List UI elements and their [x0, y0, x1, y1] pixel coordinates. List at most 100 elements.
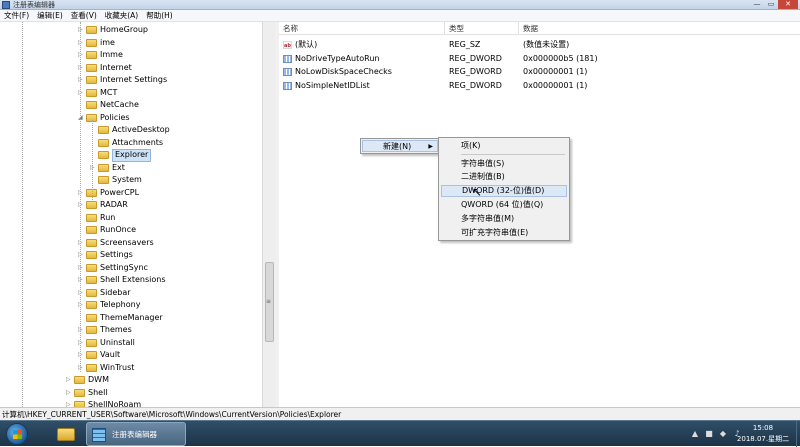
folder-icon	[86, 88, 97, 97]
status-bar-path: 计算机\HKEY_CURRENT_USER\Software\Microsoft…	[0, 407, 800, 420]
tree-item-label: ime	[100, 37, 115, 47]
tree-scrollbar[interactable]: ≡	[262, 22, 275, 407]
tree-item-label: Themes	[100, 325, 132, 334]
tree-item-label: Ext	[112, 162, 125, 172]
value-data: 0x000000b5 (181)	[523, 53, 598, 63]
submenu-item[interactable]: 字符串值(S)	[441, 158, 567, 170]
value-type: REG_SZ	[449, 40, 481, 49]
start-button[interactable]	[6, 423, 28, 445]
regedit-icon	[92, 428, 106, 442]
value-type: REG_DWORD	[449, 67, 502, 76]
value-name: NoSimpleNetIDList	[295, 80, 370, 90]
taskbar-regedit-label: 注册表编辑器	[112, 430, 157, 439]
column-header-data[interactable]: 数据	[519, 22, 800, 35]
submenu-separator	[461, 154, 565, 155]
submenu-item[interactable]: 可扩充字符串值(E)	[441, 227, 567, 239]
menu-file[interactable]: 文件(F)	[0, 10, 33, 21]
maximize-button[interactable]: ▭	[764, 0, 778, 9]
list-header: 名称 类型 数据	[279, 22, 800, 35]
clock-time: 15:08	[752, 424, 774, 432]
tray-security-icon[interactable]: ◆	[718, 429, 728, 438]
tree-item-label: Explorer	[112, 149, 152, 162]
folder-icon	[86, 63, 97, 72]
regedit-app-icon	[2, 1, 10, 9]
window-title: 注册表编辑器	[13, 1, 55, 9]
tree-item-label: Uninstall	[100, 337, 135, 347]
folder-icon	[74, 376, 85, 384]
submenu-item[interactable]: 多字符串值(M)	[441, 213, 567, 225]
menu-edit[interactable]: 编辑(E)	[33, 10, 67, 21]
title-bar: 注册表编辑器 — ▭ ✕	[0, 0, 800, 10]
folder-icon	[86, 363, 97, 372]
folder-icon	[86, 213, 97, 222]
tree-item-label: Telephony	[100, 300, 141, 309]
menu-item-new-label: 新建(N)	[383, 142, 412, 151]
folder-icon	[86, 38, 97, 47]
minimize-button[interactable]: —	[750, 0, 764, 9]
value-name: (默认)	[295, 40, 318, 49]
tree-item-label: Attachments	[112, 137, 164, 147]
tree-item-label: Internet Settings	[100, 75, 168, 84]
taskbar-explorer-button[interactable]	[52, 423, 80, 445]
tree-item-label: PowerCPL	[100, 187, 140, 197]
value-data: 0x00000001 (1)	[523, 80, 588, 90]
value-row[interactable]: NoSimpleNetIDList REG_DWORD 0x00000001 (1)	[279, 79, 800, 92]
value-row[interactable]: ab (默认) REG_SZ (数值未设置)	[279, 38, 800, 51]
expand-arrow-icon[interactable]: ▷	[66, 374, 74, 387]
tree-guide-line	[80, 22, 81, 372]
grip-icon: ≡	[266, 298, 272, 305]
registry-tree[interactable]: ▷ HomeGroup ▷ ime ▷ Imme ▷ Internet ▷ Internet Se…	[0, 22, 275, 407]
menu-view[interactable]: 查看(V)	[67, 10, 101, 21]
submenu-item[interactable]: DWORD (32-位)值(D)	[441, 185, 567, 197]
folder-icon	[86, 51, 97, 59]
folder-icon	[86, 301, 97, 309]
folder-icon	[98, 138, 109, 147]
menu-help[interactable]: 帮助(H)	[142, 10, 177, 21]
tree-item-label: DWM	[88, 375, 109, 384]
submenu-item[interactable]: 项(K)	[441, 140, 567, 152]
submenu-item[interactable]: 二进制值(B)	[441, 171, 567, 183]
value-type: REG_DWORD	[449, 53, 502, 63]
close-button[interactable]: ✕	[778, 0, 798, 9]
tree-item-label: Settings	[100, 250, 133, 259]
tree-guide-line	[22, 22, 23, 407]
show-desktop-button[interactable]	[796, 421, 800, 447]
tree-item-label: Internet	[100, 62, 132, 72]
taskbar-regedit-button[interactable]: 注册表编辑器	[86, 422, 186, 446]
menu-item-new[interactable]: 新建(N) ▶	[362, 140, 438, 152]
tree-item-label: HomeGroup	[100, 25, 148, 34]
tree-item-label: Vault	[100, 350, 121, 359]
clock[interactable]: 15:08 2018.07.星期二	[730, 423, 796, 445]
folder-icon	[86, 201, 97, 209]
new-submenu: 项(K) 字符串值(S) 二进制值(B) DWORD (32-位)值(D) QWORD …	[438, 137, 570, 241]
column-header-type[interactable]: 类型	[445, 22, 519, 35]
folder-icon	[86, 326, 97, 334]
tree-item-label: RunOnce	[100, 225, 137, 234]
value-name: NoDriveTypeAutoRun	[295, 53, 380, 63]
folder-icon	[86, 313, 97, 322]
folder-icon	[98, 151, 109, 159]
windows-logo-icon	[13, 430, 22, 439]
folder-icon	[86, 263, 97, 272]
context-menu: 新建(N) ▶	[360, 138, 440, 154]
value-row[interactable]: NoDriveTypeAutoRun REG_DWORD 0x000000b5 (1…	[279, 52, 800, 65]
tray-network-icon[interactable]: ■	[704, 429, 714, 438]
expand-arrow-icon[interactable]: ▷	[66, 399, 74, 407]
binary-value-icon	[283, 54, 292, 63]
expand-arrow-icon[interactable]: ▷	[66, 387, 74, 400]
tree-item-label: SettingSync	[100, 262, 148, 272]
menu-favorites[interactable]: 收藏夹(A)	[101, 10, 142, 21]
tree-item-label: Screensavers	[100, 237, 154, 247]
value-name: NoLowDiskSpaceChecks	[295, 67, 392, 76]
column-header-name[interactable]: 名称	[279, 22, 445, 35]
folder-icon	[86, 276, 97, 284]
value-row[interactable]: NoLowDiskSpaceChecks REG_DWORD 0x00000001 …	[279, 65, 800, 78]
folder-icon	[98, 126, 109, 134]
folder-icon	[98, 163, 109, 172]
tree-item-label: Sidebar	[100, 287, 131, 297]
binary-value-icon	[283, 81, 292, 90]
tree-item-label: ActiveDesktop	[112, 125, 170, 134]
tray-expand-icon[interactable]: ▲	[690, 429, 700, 438]
folder-icon	[74, 388, 85, 397]
submenu-item[interactable]: QWORD (64 位)值(Q)	[441, 199, 567, 211]
